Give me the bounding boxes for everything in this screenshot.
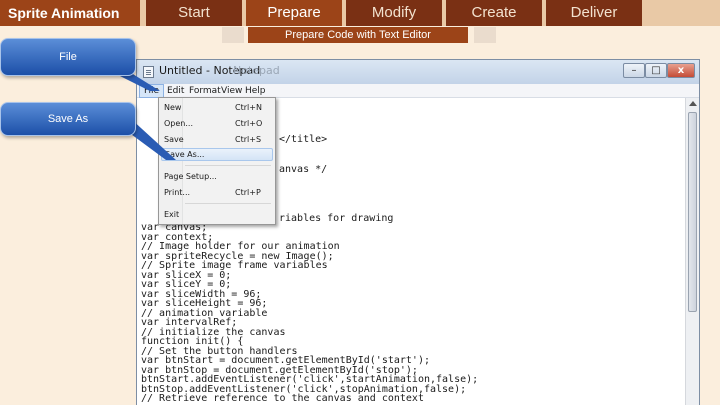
save-as-callout: Save As <box>0 102 136 136</box>
file-callout-label: File <box>59 51 77 63</box>
file-callout: File <box>0 38 136 76</box>
save-as-callout-label: Save As <box>47 113 89 125</box>
